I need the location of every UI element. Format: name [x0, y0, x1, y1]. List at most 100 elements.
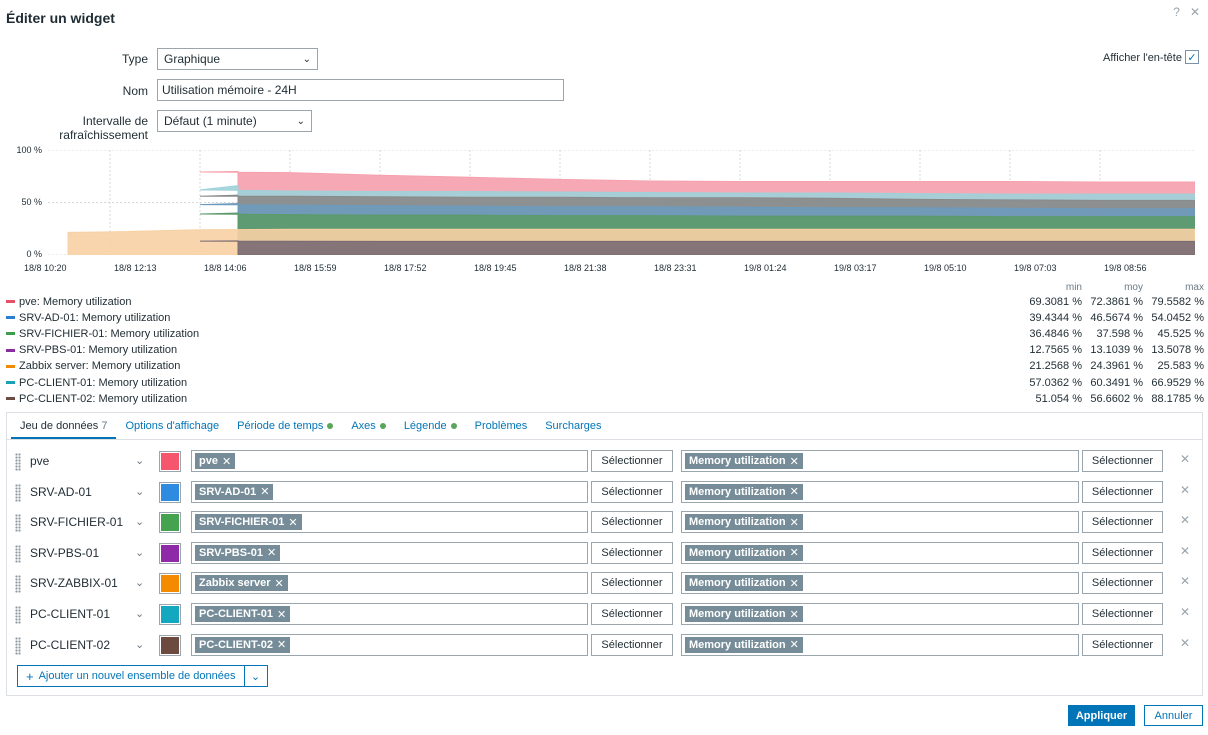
close-icon[interactable]: ✕ [1190, 5, 1200, 19]
select-item-button[interactable]: Sélectionner [1082, 633, 1163, 656]
select-host-button[interactable]: Sélectionner [591, 541, 673, 564]
remove-tag-icon[interactable]: ✕ [790, 516, 799, 529]
show-header-checkbox[interactable]: ✓ [1185, 50, 1199, 64]
color-picker[interactable] [159, 512, 181, 534]
drag-handle-icon[interactable] [15, 636, 21, 655]
tab-2[interactable]: Période de temps [228, 413, 342, 439]
tab-3[interactable]: Axes [342, 413, 394, 439]
drag-handle-icon[interactable] [15, 606, 21, 624]
legend-min: 39.4344 % [1029, 311, 1082, 324]
remove-tag-icon[interactable]: ✕ [790, 608, 799, 621]
drag-handle-icon[interactable] [15, 453, 21, 471]
remove-dataset-icon[interactable]: ✕ [1180, 636, 1190, 650]
item-multiselect[interactable]: Memory utilization ✕ [681, 480, 1079, 503]
color-picker[interactable] [159, 451, 181, 472]
remove-dataset-icon[interactable]: ✕ [1180, 574, 1190, 588]
remove-dataset-icon[interactable]: ✕ [1180, 513, 1190, 527]
add-dataset-button[interactable]: + Ajouter un nouvel ensemble de données … [17, 665, 268, 687]
chevron-down-icon[interactable]: ⌄ [245, 670, 267, 683]
color-picker[interactable] [159, 573, 181, 595]
remove-tag-icon[interactable]: ✕ [790, 577, 799, 590]
tabs-panel: Jeu de données 7 Options d'affichage Pério… [6, 412, 1203, 696]
item-multiselect[interactable]: Memory utilization ✕ [681, 541, 1079, 564]
host-multiselect[interactable]: SRV-FICHIER-01 ✕ [191, 511, 588, 534]
host-multiselect[interactable]: pve ✕ [191, 450, 588, 472]
select-item-button[interactable]: Sélectionner [1082, 541, 1163, 564]
remove-dataset-icon[interactable]: ✕ [1180, 483, 1190, 497]
host-tag-label: SRV-FICHIER-01 [199, 516, 285, 529]
x-tick-label: 18/8 21:38 [564, 263, 607, 273]
refresh-label: Intervalle de rafraîchissement [59, 114, 148, 142]
remove-dataset-icon[interactable]: ✕ [1180, 544, 1190, 558]
chevron-down-icon[interactable]: ⌄ [135, 515, 144, 528]
x-tick-label: 18/8 15:59 [294, 263, 337, 273]
host-multiselect[interactable]: PC-CLIENT-01 ✕ [191, 603, 588, 625]
select-host-button[interactable]: Sélectionner [591, 633, 673, 656]
host-multiselect[interactable]: PC-CLIENT-02 ✕ [191, 633, 588, 656]
help-icon[interactable]: ? [1173, 5, 1180, 19]
host-multiselect[interactable]: SRV-PBS-01 ✕ [191, 541, 588, 564]
remove-tag-icon[interactable]: ✕ [222, 455, 231, 468]
x-tick-label: 18/8 23:31 [654, 263, 697, 273]
tab-0[interactable]: Jeu de données 7 [11, 413, 117, 439]
drag-handle-icon[interactable] [15, 544, 21, 563]
legend-avg: 72.3861 % [1090, 295, 1143, 308]
select-item-button[interactable]: Sélectionner [1082, 450, 1163, 472]
remove-tag-icon[interactable]: ✕ [277, 638, 286, 651]
legend-item: Zabbix server: Memory utilization 21.2568… [6, 359, 1204, 374]
remove-tag-icon[interactable]: ✕ [260, 485, 269, 498]
select-item-button[interactable]: Sélectionner [1082, 480, 1163, 503]
refresh-select[interactable]: Défaut (1 minute) ⌄ [157, 110, 312, 132]
host-multiselect[interactable]: Zabbix server ✕ [191, 572, 588, 595]
remove-dataset-icon[interactable]: ✕ [1180, 605, 1190, 619]
chevron-down-icon[interactable]: ⌄ [135, 607, 144, 620]
color-picker[interactable] [159, 542, 181, 564]
item-multiselect[interactable]: Memory utilization ✕ [681, 633, 1079, 656]
legend-item: pve: Memory utilization 69.3081 % 72.3861 … [6, 294, 1204, 309]
remove-tag-icon[interactable]: ✕ [790, 546, 799, 559]
chevron-down-icon[interactable]: ⌄ [135, 638, 144, 651]
tab-label: Légende [403, 420, 447, 432]
color-picker[interactable] [159, 481, 181, 503]
item-multiselect[interactable]: Memory utilization ✕ [681, 511, 1079, 534]
name-input[interactable]: Utilisation mémoire - 24H [157, 79, 564, 101]
remove-tag-icon[interactable]: ✕ [790, 638, 799, 651]
item-multiselect[interactable]: Memory utilization ✕ [681, 450, 1079, 472]
drag-handle-icon[interactable] [15, 575, 21, 594]
remove-tag-icon[interactable]: ✕ [267, 546, 276, 559]
tab-1[interactable]: Options d'affichage [116, 413, 228, 439]
select-host-button[interactable]: Sélectionner [591, 480, 673, 503]
remove-tag-icon[interactable]: ✕ [790, 455, 799, 468]
remove-tag-icon[interactable]: ✕ [277, 608, 286, 621]
chevron-down-icon[interactable]: ⌄ [135, 576, 144, 589]
add-dataset-main[interactable]: + Ajouter un nouvel ensemble de données [18, 666, 245, 686]
remove-dataset-icon[interactable]: ✕ [1180, 452, 1190, 466]
select-item-button[interactable]: Sélectionner [1082, 603, 1163, 625]
chevron-down-icon[interactable]: ⌄ [135, 485, 144, 498]
x-tick-label: 18/8 19:45 [474, 263, 517, 273]
chevron-down-icon[interactable]: ⌄ [135, 546, 144, 559]
item-multiselect[interactable]: Memory utilization ✕ [681, 572, 1079, 595]
remove-tag-icon[interactable]: ✕ [288, 516, 297, 529]
remove-tag-icon[interactable]: ✕ [275, 577, 284, 590]
color-picker[interactable] [159, 634, 181, 656]
drag-handle-icon[interactable] [15, 514, 21, 533]
select-item-button[interactable]: Sélectionner [1082, 511, 1163, 534]
tab-4[interactable]: Légende [395, 413, 466, 439]
select-host-button[interactable]: Sélectionner [591, 603, 673, 625]
tab-6[interactable]: Surcharges [536, 413, 610, 439]
chevron-down-icon[interactable]: ⌄ [135, 454, 144, 467]
color-picker[interactable] [159, 604, 181, 625]
drag-handle-icon[interactable] [15, 483, 21, 502]
select-item-button[interactable]: Sélectionner [1082, 572, 1163, 595]
select-host-button[interactable]: Sélectionner [591, 511, 673, 534]
cancel-button[interactable]: Annuler [1144, 705, 1203, 726]
select-host-button[interactable]: Sélectionner [591, 450, 673, 472]
tab-5[interactable]: Problèmes [466, 413, 537, 439]
remove-tag-icon[interactable]: ✕ [790, 485, 799, 498]
select-host-button[interactable]: Sélectionner [591, 572, 673, 595]
host-multiselect[interactable]: SRV-AD-01 ✕ [191, 480, 588, 503]
apply-button[interactable]: Appliquer [1068, 705, 1135, 726]
type-select[interactable]: Graphique ⌄ [157, 48, 318, 70]
item-multiselect[interactable]: Memory utilization ✕ [681, 603, 1079, 625]
